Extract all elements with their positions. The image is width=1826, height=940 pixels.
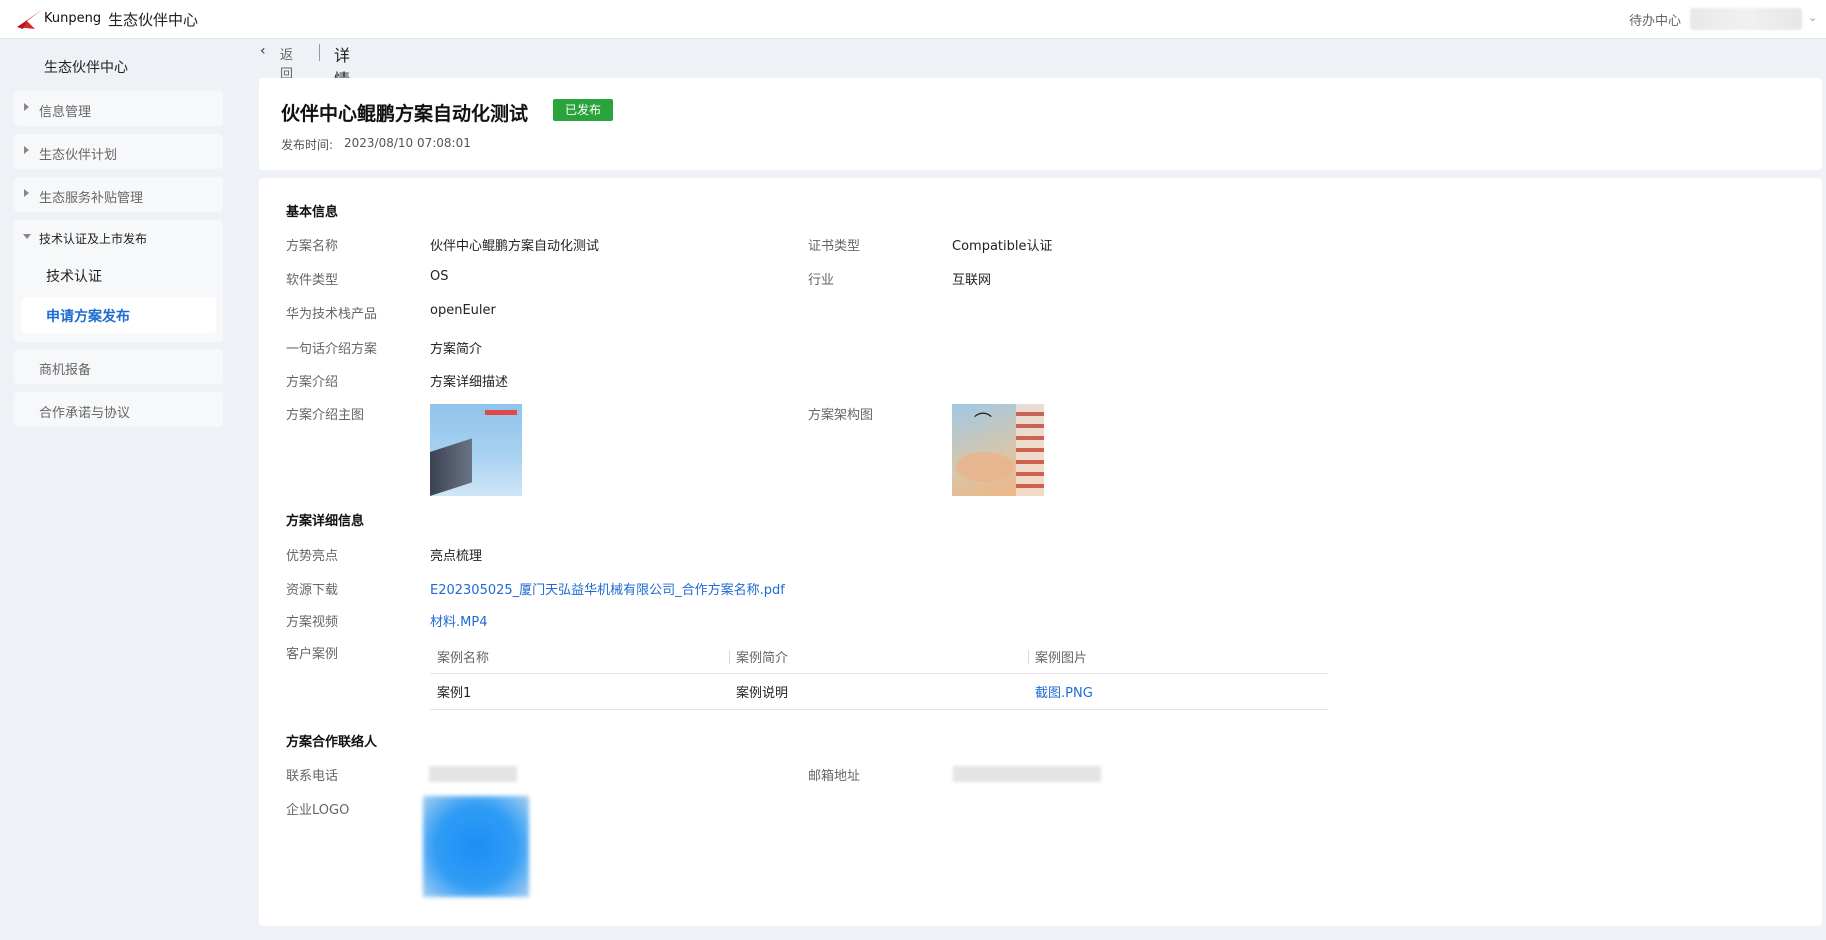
table-row: 案例1 案例说明 截图.PNG: [430, 673, 1328, 710]
sidebar-item-apply-release[interactable]: 申请方案发布: [22, 297, 216, 333]
caret-right-icon: [24, 189, 29, 197]
sidebar-item-label: 信息管理: [39, 105, 92, 120]
sidebar-item-info-management[interactable]: 信息管理: [14, 91, 223, 126]
field-label: 优势亮点: [286, 549, 339, 564]
table-header-row: 案例名称 案例简介 案例图片: [430, 640, 1328, 674]
one-line-value: 方案简介: [430, 342, 483, 357]
sidebar-group-label[interactable]: 技术认证及上市发布: [39, 230, 147, 247]
cert-type-value: Compatible认证: [952, 239, 1053, 254]
solution-video-link[interactable]: 材料.MP4: [430, 611, 487, 630]
field-label: 行业: [808, 273, 835, 288]
sidebar-item-opportunity[interactable]: 商机报备: [14, 349, 223, 384]
case-image-link[interactable]: 截图.PNG: [1028, 673, 1328, 710]
column-header: 案例图片: [1028, 640, 1328, 674]
resource-download-link[interactable]: E202305025_厦门天弘益华机械有限公司_合作方案名称.pdf: [430, 579, 785, 598]
chevron-down-icon[interactable]: ⌄: [1808, 11, 1817, 24]
field-label: 华为技术栈产品: [286, 307, 378, 322]
sidebar-item-agreements[interactable]: 合作承诺与协议: [14, 392, 223, 427]
customer-case-table: 案例名称 案例简介 案例图片 案例1 案例说明 截图.PNG: [430, 640, 1328, 710]
user-name-blurred[interactable]: [1690, 8, 1802, 30]
status-badge: 已发布: [553, 99, 614, 121]
back-link[interactable]: 返回: [280, 44, 293, 82]
image-side-panel: [1016, 404, 1044, 496]
section-title-contact: 方案合作联络人: [286, 735, 378, 750]
chevron-left-icon[interactable]: ‹: [260, 43, 266, 59]
caret-right-icon: [24, 146, 29, 154]
publish-time-value: 2023/08/10 07:08:01: [344, 136, 471, 150]
sidebar-group-tech-cert: 技术认证及上市发布 技术认证 申请方案发布: [14, 220, 223, 342]
field-label: 邮箱地址: [808, 769, 861, 784]
field-label: 一句话介绍方案: [286, 342, 378, 357]
image-banner-strip: [485, 410, 517, 415]
email-value-blurred: [953, 766, 1101, 782]
field-label: 软件类型: [286, 273, 339, 288]
logo-text[interactable]: Kunpeng: [44, 11, 101, 26]
sidebar-item-label: 商机报备: [39, 363, 92, 378]
section-title-basic-info: 基本信息: [286, 205, 339, 220]
sidebar-item-label: 生态伙伴计划: [39, 148, 118, 163]
field-label: 方案介绍: [286, 375, 339, 390]
industry-value: 互联网: [952, 273, 992, 288]
field-label: 企业LOGO: [286, 803, 350, 818]
field-label: 客户案例: [286, 647, 339, 662]
app-title[interactable]: 生态伙伴中心: [108, 9, 198, 30]
detail-header-card: 伙伴中心鲲鹏方案自动化测试 已发布 发布时间: 2023/08/10 07:08…: [259, 78, 1822, 170]
sidebar-item-label: 合作承诺与协议: [39, 406, 131, 421]
field-label: 方案名称: [286, 239, 339, 254]
column-header: 案例简介: [729, 640, 1028, 674]
hand-shape: [956, 452, 1014, 482]
breadcrumb-divider: [319, 44, 320, 61]
bird-icon: ⌒: [974, 412, 992, 433]
intro-value: 方案详细描述: [430, 375, 509, 390]
field-label: 方案介绍主图: [286, 408, 365, 423]
case-desc-cell: 案例说明: [729, 673, 1028, 710]
highlights-value: 亮点梳理: [430, 549, 483, 564]
sidebar: 生态伙伴中心 信息管理 生态伙伴计划 生态服务补贴管理 技术认证及上市发布 技术…: [0, 39, 236, 940]
field-label: 资源下载: [286, 583, 339, 598]
main-image-thumbnail[interactable]: [430, 404, 522, 496]
tech-stack-value: openEuler: [430, 303, 496, 318]
sidebar-item-label: 申请方案发布: [46, 309, 130, 325]
caret-down-icon[interactable]: [23, 234, 31, 239]
sidebar-item-label: 生态服务补贴管理: [39, 191, 144, 206]
sidebar-title: 生态伙伴中心: [44, 60, 128, 76]
column-header: 案例名称: [430, 640, 729, 674]
field-label: 联系电话: [286, 769, 339, 784]
case-name-cell: 案例1: [430, 673, 729, 710]
section-title-detail-info: 方案详细信息: [286, 514, 365, 529]
todo-center-link[interactable]: 待办中心: [1629, 10, 1681, 29]
phone-value-blurred: [429, 766, 517, 782]
building-shape: [430, 438, 472, 496]
sidebar-item-subsidy-management[interactable]: 生态服务补贴管理: [14, 177, 223, 212]
field-label: 方案视频: [286, 615, 339, 630]
field-label: 证书类型: [808, 239, 861, 254]
company-logo-image[interactable]: [423, 796, 529, 897]
detail-content-card: 基本信息 方案名称 伙伴中心鲲鹏方案自动化测试 证书类型 Compatible认…: [259, 178, 1822, 926]
architecture-image-thumbnail[interactable]: ⌒: [952, 404, 1044, 496]
solution-name-value: 伙伴中心鲲鹏方案自动化测试: [430, 239, 600, 254]
caret-right-icon: [24, 103, 29, 111]
kunpeng-logo-icon[interactable]: [15, 7, 45, 31]
solution-title: 伙伴中心鲲鹏方案自动化测试: [281, 103, 529, 125]
publish-time-label: 发布时间:: [281, 138, 334, 152]
sidebar-item-partner-plan[interactable]: 生态伙伴计划: [14, 134, 223, 169]
top-bar: Kunpeng 生态伙伴中心 待办中心 ⌄: [0, 0, 1826, 39]
sidebar-item-tech-cert[interactable]: 技术认证: [46, 266, 102, 286]
software-type-value: OS: [430, 269, 449, 284]
field-label: 方案架构图: [808, 408, 874, 423]
